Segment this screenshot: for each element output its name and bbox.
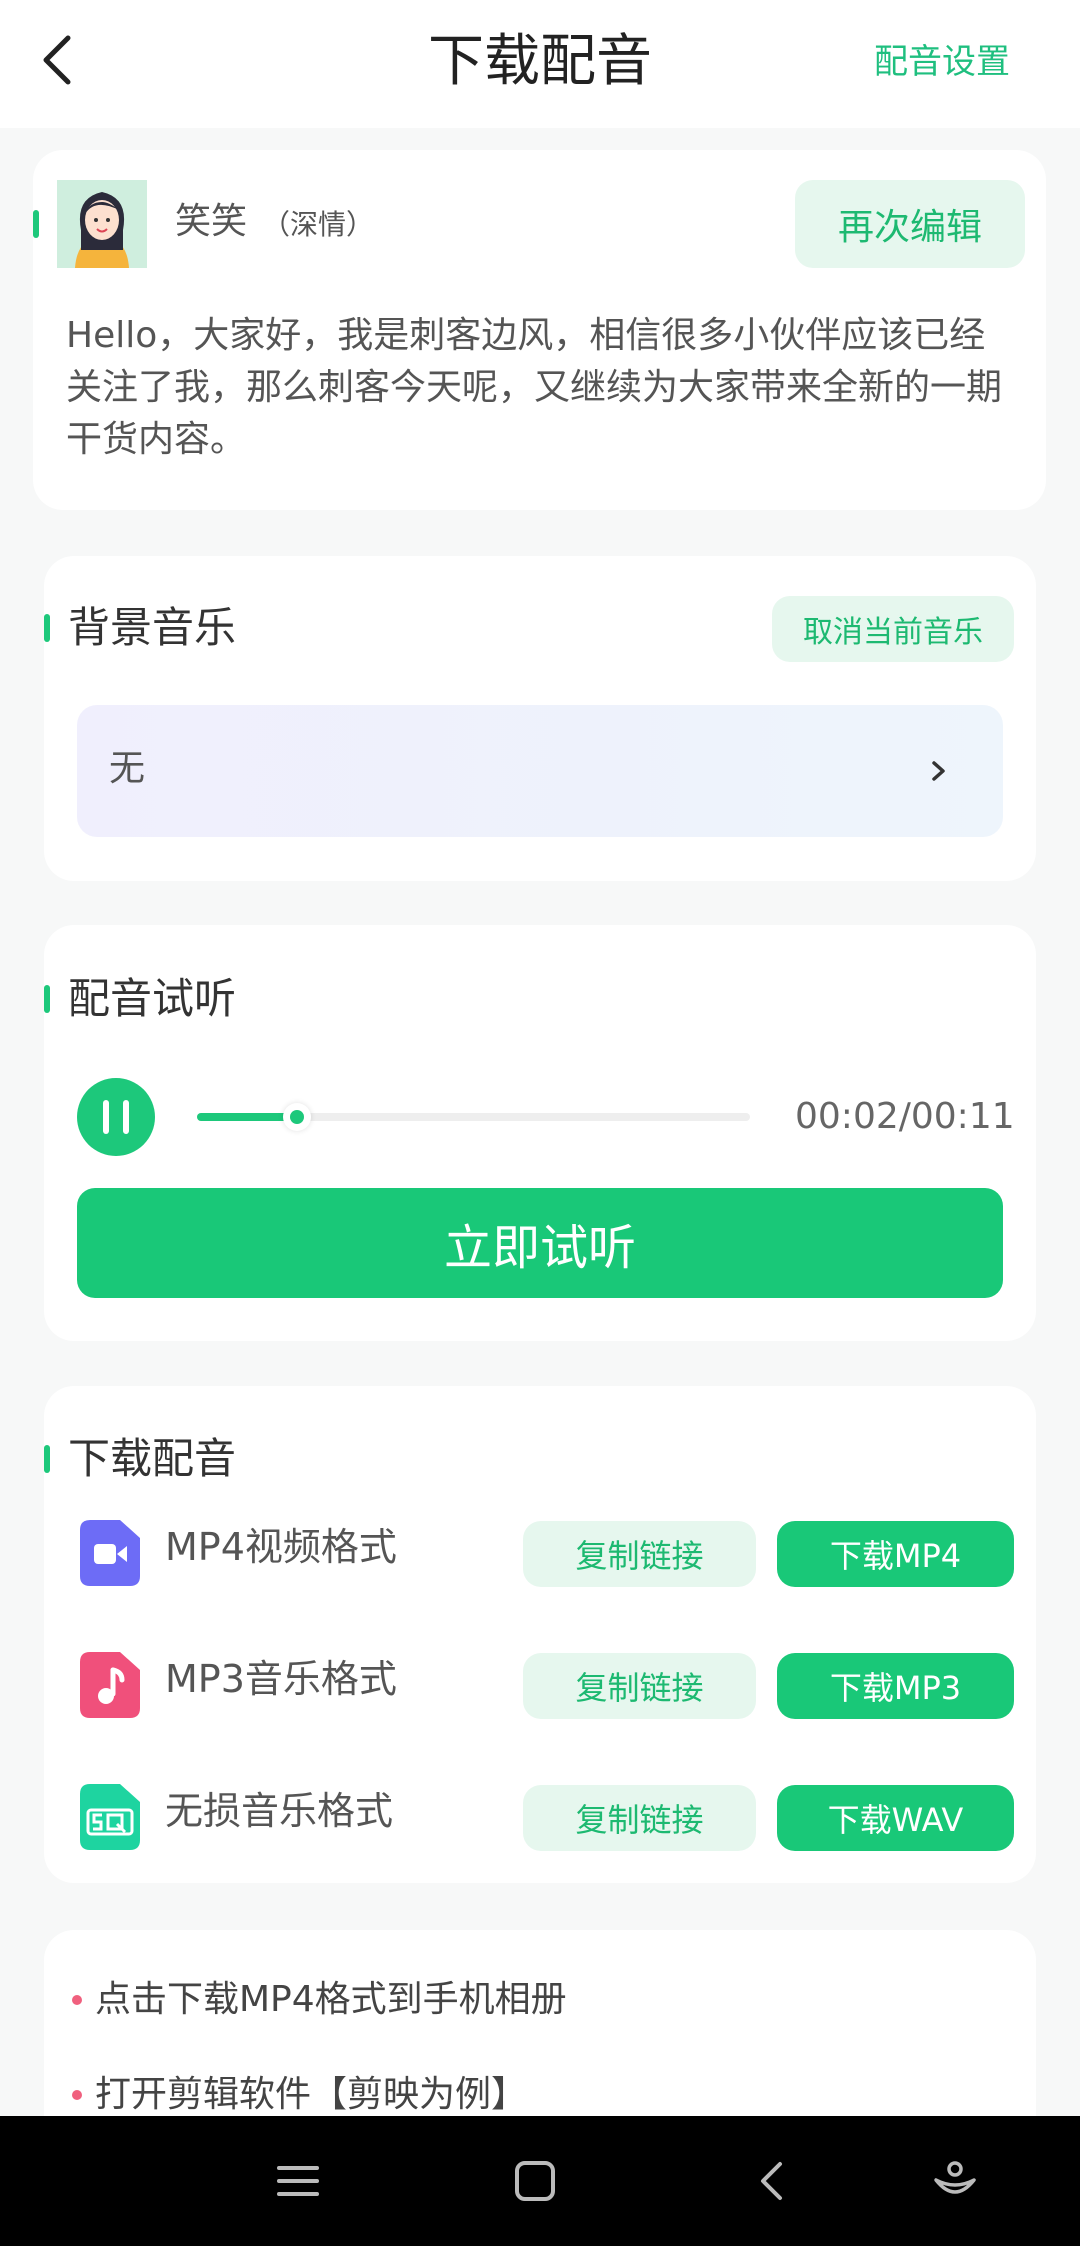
video-icon bbox=[80, 1520, 140, 1586]
music-select[interactable]: 无 bbox=[77, 705, 1003, 837]
section-accent bbox=[44, 985, 50, 1013]
assistant-icon[interactable] bbox=[930, 2156, 980, 2206]
copy-link-button[interactable]: 复制链接 bbox=[523, 1521, 756, 1587]
voice-name: 笑笑 bbox=[175, 201, 248, 242]
download-mp4-button[interactable]: 下载MP4 bbox=[777, 1521, 1014, 1587]
progress-track[interactable] bbox=[197, 1113, 750, 1121]
voice-style: （深情） bbox=[262, 208, 375, 241]
edit-again-button[interactable]: 再次编辑 bbox=[795, 180, 1025, 268]
format-label-wav: 无损音乐格式 bbox=[165, 1789, 394, 1833]
header: 下载配音 配音设置 bbox=[0, 0, 1080, 128]
cancel-music-button[interactable]: 取消当前音乐 bbox=[772, 596, 1014, 662]
tip-item: 点击下载MP4格式到手机相册 bbox=[95, 1979, 567, 2020]
home-icon[interactable] bbox=[510, 2156, 560, 2206]
copy-link-button[interactable]: 复制链接 bbox=[523, 1785, 756, 1851]
format-label-mp4: MP4视频格式 bbox=[165, 1525, 397, 1569]
listen-now-button[interactable]: 立即试听 bbox=[77, 1188, 1003, 1298]
voice-avatar-icon bbox=[57, 180, 147, 268]
progress-knob[interactable] bbox=[283, 1103, 311, 1131]
menu-icon[interactable] bbox=[273, 2156, 323, 2206]
download-wav-button[interactable]: 下载WAV bbox=[777, 1785, 1014, 1851]
nav-back-icon[interactable] bbox=[748, 2156, 798, 2206]
playback-time: 00:02/00:11 bbox=[795, 1096, 1015, 1137]
preview-title: 配音试听 bbox=[68, 974, 237, 1023]
system-nav-bar bbox=[0, 2116, 1080, 2246]
tip-item: 打开剪辑软件【剪映为例】 bbox=[95, 2074, 528, 2115]
section-accent bbox=[44, 1445, 50, 1473]
pause-icon bbox=[103, 1100, 109, 1134]
pause-button[interactable] bbox=[77, 1078, 155, 1156]
download-title: 下载配音 bbox=[68, 1434, 237, 1483]
script-text: Hello，大家好，我是刺客边风，相信很多小伙伴应该已经关注了我，那么刺客今天呢… bbox=[66, 315, 1003, 460]
sq-file-icon bbox=[80, 1784, 140, 1850]
avatar bbox=[57, 180, 147, 268]
chevron-right-icon bbox=[932, 761, 945, 781]
copy-link-button[interactable]: 复制链接 bbox=[523, 1653, 756, 1719]
music-selected-value: 无 bbox=[109, 748, 146, 789]
section-accent bbox=[44, 614, 50, 642]
progress-fill bbox=[197, 1113, 297, 1121]
section-accent bbox=[33, 210, 39, 238]
tip-bullet bbox=[72, 2090, 82, 2100]
download-mp3-button[interactable]: 下载MP3 bbox=[777, 1653, 1014, 1719]
pause-icon-bar bbox=[123, 1100, 129, 1134]
music-file-icon bbox=[80, 1652, 140, 1718]
tip-bullet bbox=[72, 1995, 82, 2005]
bg-music-title: 背景音乐 bbox=[68, 603, 237, 652]
voice-settings-link[interactable]: 配音设置 bbox=[874, 42, 1010, 82]
format-label-mp3: MP3音乐格式 bbox=[165, 1657, 397, 1701]
